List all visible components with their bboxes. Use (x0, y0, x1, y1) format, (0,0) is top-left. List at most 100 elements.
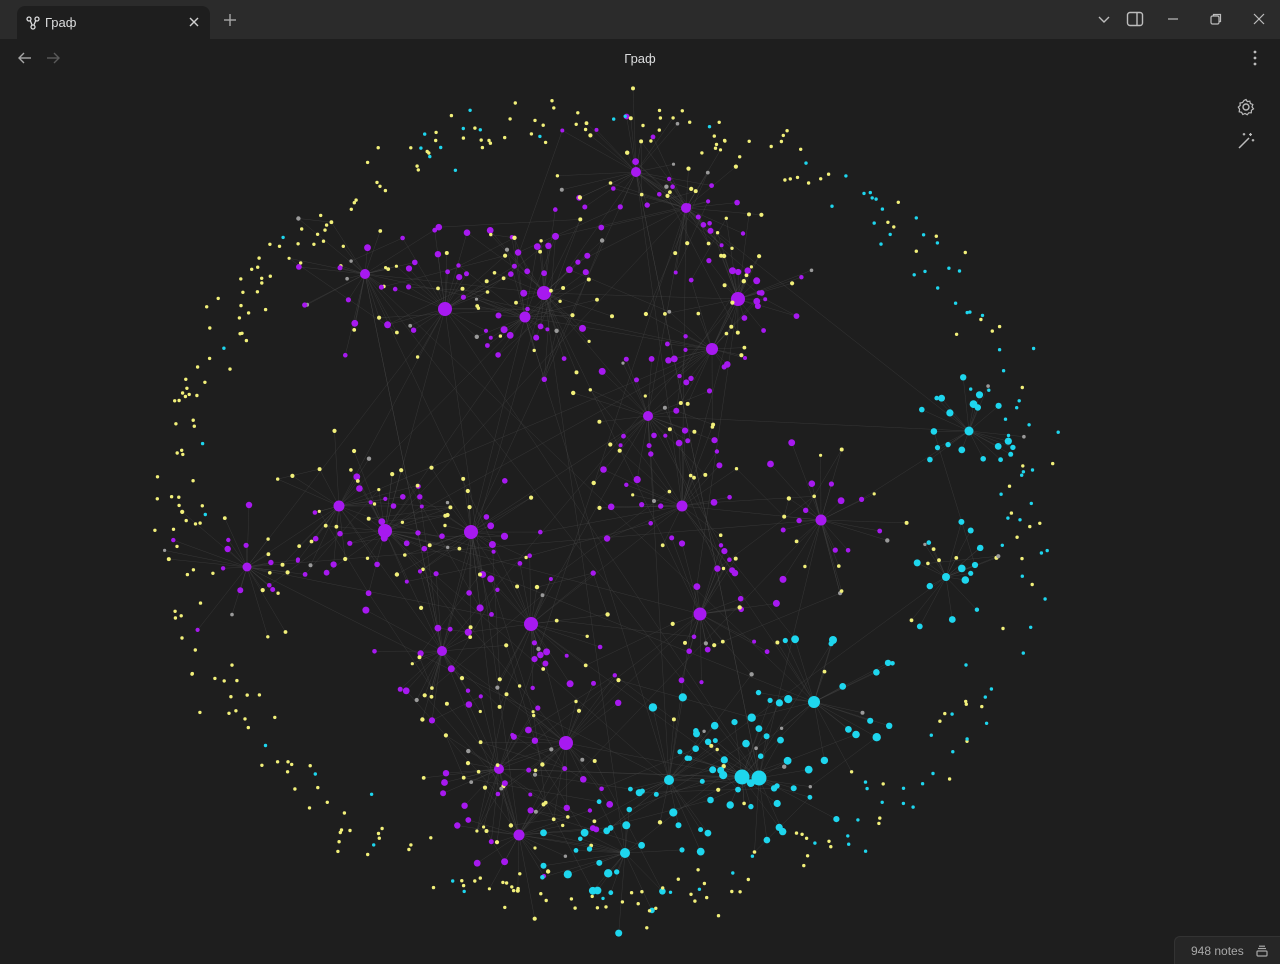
graph-node[interactable] (862, 191, 866, 196)
graph-node[interactable] (648, 521, 653, 526)
graph-node[interactable] (342, 811, 347, 815)
graph-node[interactable] (829, 636, 837, 644)
graph-node[interactable] (934, 234, 938, 238)
graph-node[interactable] (782, 637, 788, 644)
graph-node[interactable] (742, 345, 747, 350)
graph-node[interactable] (341, 244, 345, 248)
graph-node[interactable] (488, 541, 496, 548)
graph-node[interactable] (934, 395, 939, 401)
graph-node[interactable] (605, 612, 610, 617)
graph-node[interactable] (670, 355, 678, 363)
graph-node[interactable] (819, 177, 823, 181)
graph-node[interactable] (520, 289, 528, 297)
graph-node[interactable] (935, 241, 940, 245)
graph-node[interactable] (484, 279, 489, 284)
graph-node[interactable] (480, 145, 485, 150)
graph-node[interactable] (863, 780, 868, 784)
graph-node[interactable] (193, 648, 197, 652)
graph-node[interactable] (431, 885, 436, 890)
graph-node[interactable] (461, 802, 468, 809)
graph-node[interactable] (545, 327, 550, 332)
graph-node[interactable] (365, 556, 370, 560)
graph-node[interactable] (185, 572, 190, 577)
graph-node[interactable] (552, 106, 556, 110)
window-close-button[interactable] (1250, 10, 1268, 28)
graph-node[interactable] (492, 271, 497, 275)
graph-node[interactable] (533, 243, 541, 251)
graph-node[interactable] (403, 540, 410, 547)
graph-node[interactable] (980, 313, 985, 318)
graph-node[interactable] (873, 669, 880, 676)
graph-node[interactable] (415, 530, 421, 536)
graph-node[interactable] (722, 283, 727, 288)
graph-node[interactable] (938, 719, 942, 723)
graph-node[interactable] (683, 379, 690, 386)
graph-node[interactable] (337, 840, 341, 844)
graph-node[interactable] (914, 216, 918, 220)
graph-node[interactable] (246, 311, 251, 315)
graph-node[interactable] (759, 212, 764, 217)
graph-node[interactable] (499, 786, 504, 791)
graph-node[interactable] (603, 827, 611, 835)
graph-node[interactable] (504, 692, 509, 697)
graph-node[interactable] (752, 850, 757, 854)
graph-node[interactable] (804, 836, 809, 840)
graph-node[interactable] (417, 655, 422, 660)
graph-node[interactable] (553, 207, 558, 212)
graph-node[interactable] (478, 740, 483, 745)
graph-node[interactable] (888, 232, 892, 237)
graph-node[interactable] (180, 636, 184, 640)
graph-node[interactable] (590, 570, 596, 576)
graph-node[interactable] (582, 269, 589, 276)
graph-node[interactable] (372, 649, 377, 654)
graph-node[interactable] (839, 589, 844, 593)
graph-node[interactable] (230, 663, 234, 667)
graph-node[interactable] (334, 524, 339, 529)
graph-node[interactable] (721, 364, 727, 370)
graph-node[interactable] (454, 822, 461, 829)
graph-node[interactable] (419, 605, 424, 611)
graph-node[interactable] (742, 801, 746, 806)
graph-node[interactable] (675, 439, 683, 447)
graph-node[interactable] (515, 584, 520, 589)
graph-node[interactable] (561, 823, 565, 828)
graph-node[interactable] (543, 648, 551, 656)
graph-node[interactable] (237, 587, 244, 594)
graph-node[interactable] (713, 146, 718, 150)
graph-node[interactable] (250, 267, 254, 271)
graph-node[interactable] (316, 785, 320, 790)
graph-node[interactable] (964, 426, 974, 436)
graph-node[interactable] (870, 196, 874, 200)
graph-node[interactable] (755, 725, 763, 732)
graph-node[interactable] (691, 634, 697, 640)
graph-node[interactable] (960, 374, 967, 381)
graph-node[interactable] (786, 496, 792, 501)
graph-node[interactable] (808, 785, 812, 789)
graph-node[interactable] (473, 126, 477, 130)
graph-node[interactable] (533, 334, 540, 341)
graph-node[interactable] (719, 243, 724, 248)
graph-node[interactable] (343, 352, 348, 358)
graph-node[interactable] (639, 502, 645, 508)
graph-node[interactable] (749, 265, 754, 269)
graph-node[interactable] (1030, 582, 1034, 587)
graph-node[interactable] (697, 887, 702, 891)
graph-node[interactable] (383, 496, 388, 501)
graph-node[interactable] (829, 845, 833, 849)
graph-node[interactable] (394, 572, 400, 577)
graph-node[interactable] (443, 513, 448, 518)
graph-node[interactable] (222, 516, 227, 520)
graph-node[interactable] (179, 614, 183, 618)
graph-node[interactable] (788, 177, 792, 181)
graph-node[interactable] (195, 393, 199, 398)
graph-node[interactable] (384, 321, 392, 329)
graph-node[interactable] (872, 733, 881, 742)
graph-node[interactable] (266, 552, 271, 557)
graph-node[interactable] (552, 232, 559, 240)
graph-node[interactable] (874, 197, 878, 201)
graph-node[interactable] (578, 836, 583, 842)
graph-node[interactable] (1021, 464, 1025, 468)
graph-node[interactable] (620, 900, 625, 904)
graph-node[interactable] (650, 134, 656, 140)
graph-node[interactable] (718, 148, 723, 152)
